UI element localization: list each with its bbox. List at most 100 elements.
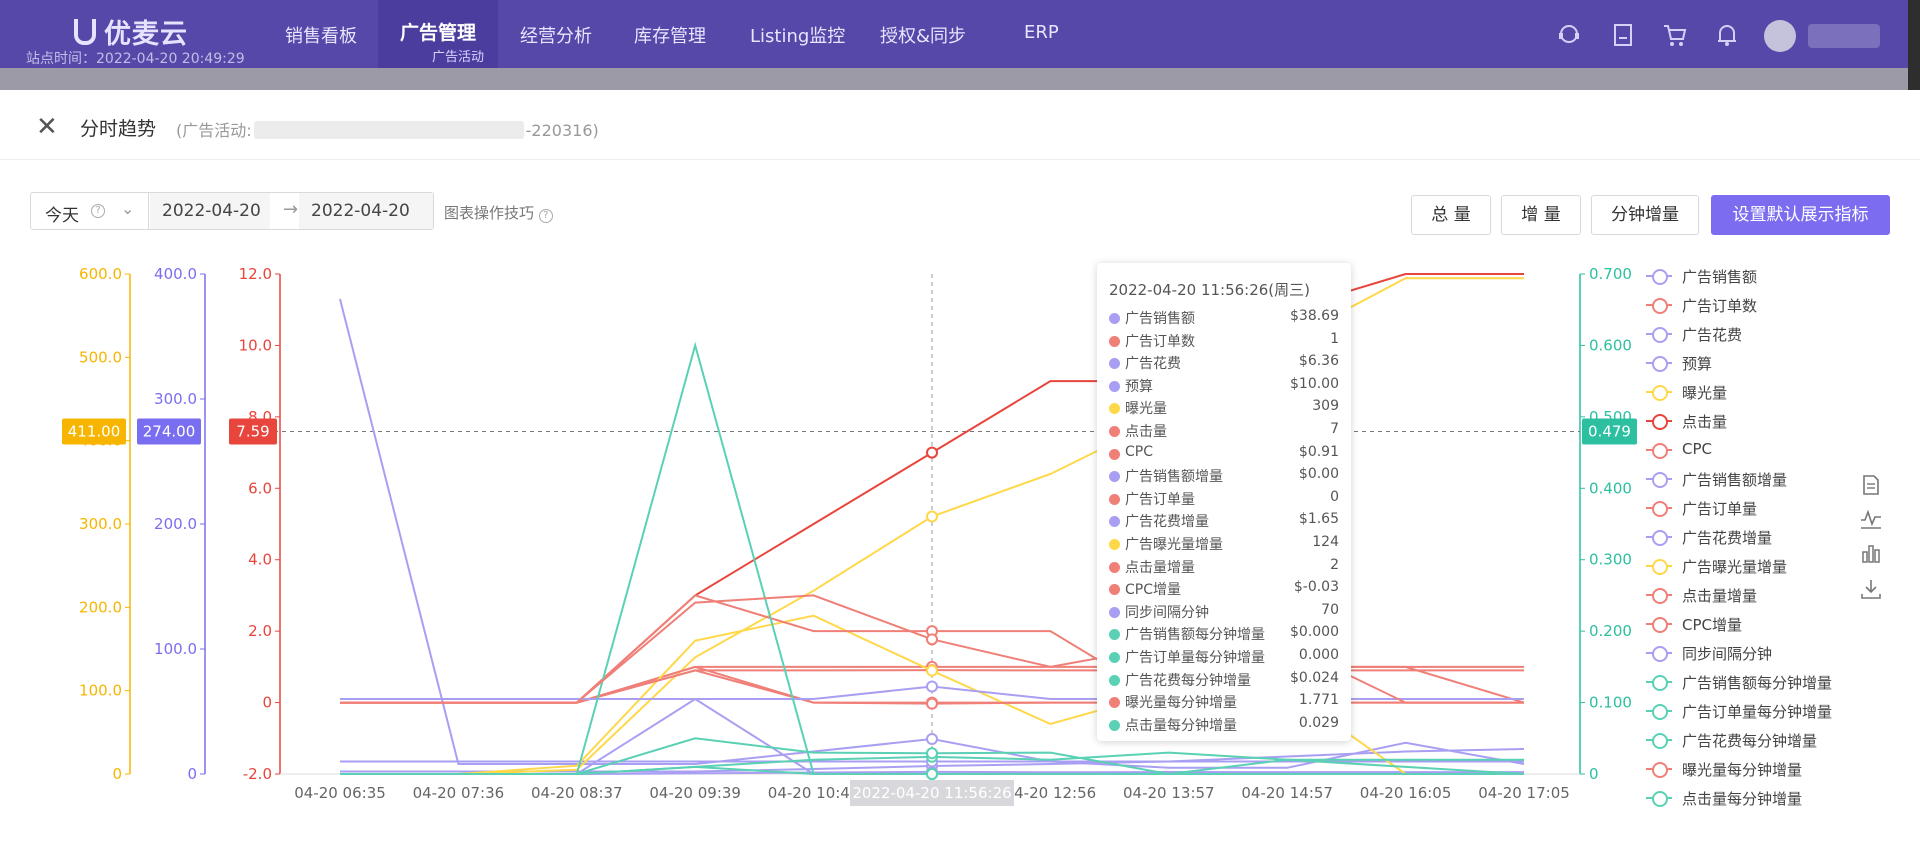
legend-marker-icon — [1646, 761, 1672, 778]
legend-item[interactable]: 广告销售额增量 — [1646, 467, 1896, 491]
legend-item[interactable]: CPC — [1646, 438, 1896, 462]
close-icon[interactable]: ✕ — [36, 112, 58, 142]
nav-inventory[interactable]: 库存管理 — [634, 22, 706, 48]
tooltip-row-label: 预算 — [1125, 378, 1153, 395]
tooltip-row: CPC $0.91 — [1109, 443, 1341, 465]
tooltip-row: 同步间隔分钟 70 — [1109, 601, 1341, 623]
range-select[interactable]: 今天 ? ⌄ — [31, 193, 149, 229]
legend-item[interactable]: 点击量增量 — [1646, 583, 1896, 607]
legend-item[interactable]: 广告花费增量 — [1646, 525, 1896, 549]
legend-item[interactable]: 曝光量 — [1646, 380, 1896, 404]
tooltip-row-value: $-0.03 — [1293, 579, 1339, 596]
legend-label: 广告销售额每分钟增量 — [1682, 674, 1833, 692]
legend-marker-icon — [1646, 732, 1672, 749]
legend-label: 曝光量 — [1682, 384, 1728, 402]
tooltip-row: 广告订单量每分钟增量 0.000 — [1109, 646, 1341, 668]
legend-item[interactable]: 点击量每分钟增量 — [1646, 786, 1896, 810]
tooltip-row-label: CPC — [1125, 443, 1153, 460]
legend-item[interactable]: 广告订单量 — [1646, 496, 1896, 520]
range-help-icon[interactable]: ? — [91, 204, 105, 218]
site-time: 站点时间：2022-04-20 20:49:29 — [26, 51, 245, 67]
set-default-metrics-button[interactable]: 设置默认展示指标 — [1711, 195, 1890, 235]
nav-sales-board[interactable]: 销售看板 — [285, 22, 357, 48]
tooltip-row: CPC增量 $-0.03 — [1109, 578, 1341, 600]
user-name-masked[interactable] — [1808, 24, 1880, 48]
legend-item[interactable]: 广告订单量每分钟增量 — [1646, 699, 1896, 723]
legend-item[interactable]: 广告订单数 — [1646, 293, 1896, 317]
legend-label: 广告订单量每分钟增量 — [1682, 703, 1833, 721]
red-axis-tick-label: 12.0 — [239, 265, 272, 283]
subtitle-prefix: (广告活动: — [176, 121, 252, 140]
purple-axis-tick-label: 200.0 — [154, 515, 197, 533]
nav-erp[interactable]: ERP — [1024, 22, 1059, 43]
tooltip-row-label: 点击量增量 — [1125, 559, 1195, 576]
legend-marker-icon — [1646, 703, 1672, 720]
end-date-value: 2022-04-20 — [311, 201, 410, 221]
legend-label: 同步间隔分钟 — [1682, 645, 1773, 663]
red-axis-tick-label: 0 — [262, 694, 272, 712]
bar-chart-icon[interactable] — [1860, 542, 1882, 564]
nav-listing-monitor[interactable]: Listing监控 — [750, 22, 845, 48]
legend-item[interactable]: 广告花费 — [1646, 322, 1896, 346]
tips-help-icon[interactable]: ? — [538, 209, 553, 223]
legend-item[interactable]: 广告销售额每分钟增量 — [1646, 670, 1896, 694]
legend-item[interactable]: 广告曝光量增量 — [1646, 554, 1896, 578]
tooltip-row-value: $38.69 — [1290, 308, 1339, 324]
legend-item[interactable]: 点击量 — [1646, 409, 1896, 433]
arrow-right-icon: → — [283, 199, 299, 220]
user-avatar-icon[interactable] — [1764, 20, 1796, 52]
x-tick-label: 04-20 07:36 — [413, 784, 505, 802]
chart-tips-label: 图表操作技巧 — [444, 204, 535, 222]
purple-axis-tick-label: 400.0 — [154, 265, 197, 283]
series-color-dot — [1109, 380, 1120, 392]
increment-button[interactable]: 增 量 — [1501, 195, 1581, 235]
tooltip-row-label: 广告订单数 — [1125, 333, 1195, 350]
tooltip-row-label: 广告花费增量 — [1125, 514, 1209, 531]
nav-auth-sync[interactable]: 授权&同步 — [880, 22, 966, 48]
series-point — [926, 747, 938, 760]
purple-axis-tick-label: 300.0 — [154, 390, 197, 408]
legend-item[interactable]: 曝光量每分钟增量 — [1646, 757, 1896, 781]
orange-axis-tick-label: 200.0 — [79, 598, 122, 616]
tooltip-row-label: 广告订单量每分钟增量 — [1125, 650, 1265, 666]
tooltip-row-value: $0.000 — [1290, 624, 1339, 641]
tooltip-row-label: 广告销售额增量 — [1125, 469, 1223, 486]
minute-increment-button[interactable]: 分钟增量 — [1591, 195, 1699, 235]
series-point — [926, 697, 938, 710]
line-chart-icon[interactable] — [1860, 508, 1882, 530]
legend-item[interactable]: 广告花费每分钟增量 — [1646, 728, 1896, 752]
nav-ad-management[interactable]: 广告管理 广告活动 — [378, 0, 498, 68]
tooltip-row: 广告销售额增量 $0.00 — [1109, 465, 1341, 487]
legend-item[interactable]: 预算 — [1646, 351, 1896, 375]
chart-tips[interactable]: 图表操作技巧 ? — [444, 202, 553, 223]
bell-icon[interactable] — [1714, 22, 1740, 48]
legend-label: 广告花费增量 — [1682, 529, 1773, 547]
series-point — [926, 633, 938, 646]
teal-axis-tick-label: 0.200 — [1589, 622, 1632, 640]
tooltip-row: 点击量增量 2 — [1109, 556, 1341, 578]
cart-icon[interactable] — [1662, 22, 1688, 48]
panel-subtitle: (广告活动: -220316) — [176, 117, 599, 141]
series-color-dot — [1109, 719, 1120, 731]
red-axis-tick-label: 2.0 — [248, 622, 272, 640]
brand-logo[interactable]: 优麦云 — [74, 12, 188, 51]
subtitle-suffix: -220316) — [525, 121, 599, 140]
support-icon[interactable] — [1556, 22, 1582, 48]
start-date-input[interactable]: 2022-04-20 — [150, 193, 270, 229]
total-button[interactable]: 总 量 — [1411, 195, 1491, 235]
nav-business-analysis[interactable]: 经营分析 — [520, 22, 592, 48]
orange-axis-pointer: 411.00 — [68, 423, 121, 441]
tooltip-row: 广告花费每分钟增量 $0.024 — [1109, 669, 1341, 691]
end-date-input[interactable]: 2022-04-20 — [299, 193, 433, 229]
download-icon[interactable] — [1860, 578, 1882, 600]
panel-header: ✕ 分时趋势 (广告活动: -220316) — [0, 90, 1920, 160]
tooltip-row-value: 309 — [1312, 398, 1339, 415]
tooltip-row-value: 1 — [1330, 330, 1339, 347]
legend-item[interactable]: 同步间隔分钟 — [1646, 641, 1896, 665]
legend-item[interactable]: 广告销售额 — [1646, 264, 1896, 288]
book-icon[interactable] — [1610, 22, 1636, 48]
legend-item[interactable]: CPC增量 — [1646, 612, 1896, 636]
tooltip-row: 广告订单量 0 — [1109, 488, 1341, 510]
trend-chart[interactable]: 0100.0200.0300.0400.0500.0600.00100.0200… — [0, 240, 1920, 810]
data-view-icon[interactable] — [1860, 474, 1882, 496]
